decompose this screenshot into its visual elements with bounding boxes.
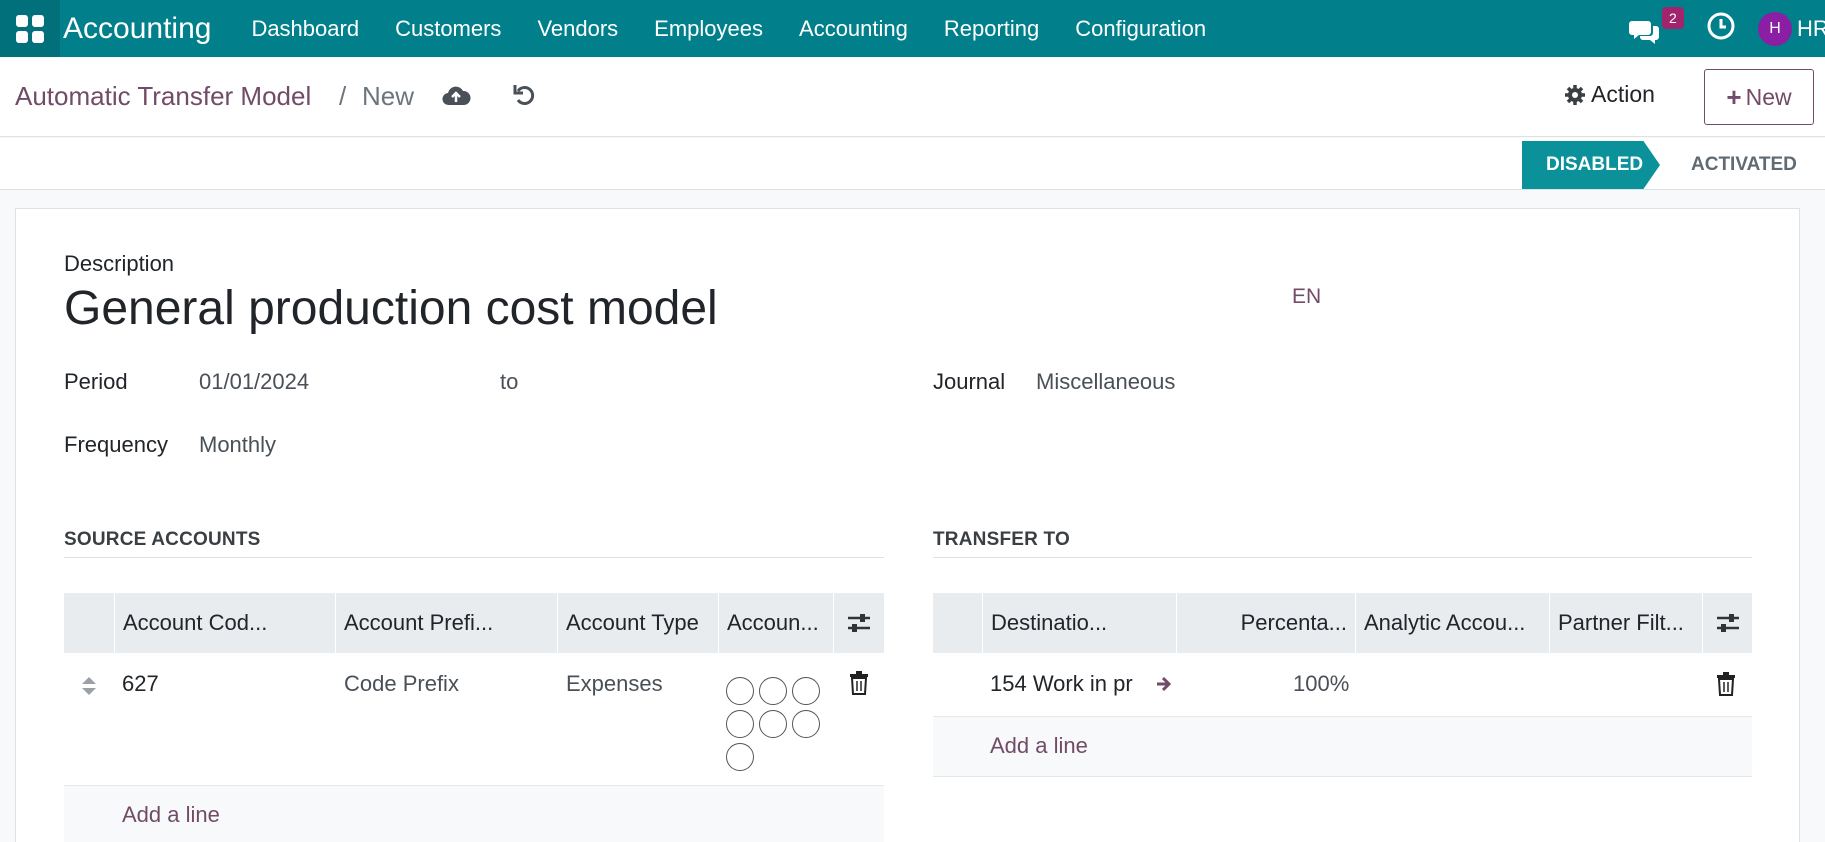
placeholder-circle bbox=[759, 677, 787, 705]
frequency-label: Frequency bbox=[64, 432, 168, 457]
breadcrumb-current: New bbox=[362, 81, 415, 111]
plus-icon: + bbox=[1726, 81, 1742, 112]
cloud-upload-icon bbox=[442, 86, 471, 106]
transfer-to-header: Destinatio... Percenta... Analytic Accou… bbox=[933, 593, 1752, 653]
sliders-icon bbox=[1716, 614, 1739, 632]
drag-handle-icon[interactable] bbox=[80, 675, 98, 697]
frequency-field[interactable]: Monthly bbox=[199, 432, 276, 458]
new-record-button[interactable]: + New bbox=[1704, 69, 1814, 125]
destination-cell[interactable]: 154 Work in pr bbox=[990, 671, 1150, 697]
control-panel: Automatic Transfer Model / New Action + … bbox=[0, 57, 1825, 137]
period-start-field[interactable]: 01/01/2024 bbox=[199, 369, 309, 395]
user-name[interactable]: HR bbox=[1797, 16, 1825, 42]
source-accounts-table: Account Cod... Account Prefi... Account … bbox=[64, 593, 884, 842]
menu-customers[interactable]: Customers bbox=[395, 16, 501, 42]
account-type-cell[interactable]: Expenses bbox=[566, 671, 663, 697]
menu-employees[interactable]: Employees bbox=[654, 16, 763, 42]
optional-columns-toggle[interactable] bbox=[1703, 593, 1752, 653]
transfer-to-title: TRANSFER TO bbox=[933, 529, 1070, 550]
col-accounts[interactable]: Accoun... bbox=[719, 593, 834, 653]
account-code-cell[interactable]: 627 bbox=[122, 671, 159, 697]
journal-field[interactable]: Miscellaneous bbox=[1036, 369, 1175, 395]
stage-disabled[interactable]: DISABLED bbox=[1522, 141, 1660, 189]
menu-accounting[interactable]: Accounting bbox=[799, 16, 908, 42]
add-line-row: Add a line bbox=[64, 786, 884, 842]
col-percentage[interactable]: Percenta... bbox=[1177, 593, 1356, 653]
trash-icon[interactable] bbox=[849, 671, 869, 695]
source-accounts-title: SOURCE ACCOUNTS bbox=[64, 529, 261, 550]
clock-icon bbox=[1707, 12, 1735, 40]
apps-grid-icon bbox=[16, 14, 44, 43]
account-prefix-cell[interactable]: Code Prefix bbox=[344, 671, 459, 697]
language-button[interactable]: EN bbox=[1292, 285, 1321, 309]
description-field[interactable]: General production cost model bbox=[64, 281, 718, 336]
col-account-code[interactable]: Account Cod... bbox=[115, 593, 336, 653]
handle-column-header bbox=[933, 593, 983, 653]
form-sheet: Description General production cost mode… bbox=[15, 208, 1800, 842]
trash-icon[interactable] bbox=[1716, 672, 1736, 696]
apps-menu-button[interactable] bbox=[0, 0, 60, 57]
add-transfer-line-link[interactable]: Add a line bbox=[990, 733, 1088, 759]
col-analytic-account[interactable]: Analytic Accou... bbox=[1356, 593, 1550, 653]
description-label: Description bbox=[64, 251, 175, 276]
placeholder-circle bbox=[726, 710, 754, 738]
top-navbar: Accounting Dashboard Customers Vendors E… bbox=[0, 0, 1825, 57]
placeholder-circle bbox=[792, 677, 820, 705]
source-accounts-divider bbox=[64, 557, 884, 558]
placeholder-circle bbox=[726, 677, 754, 705]
status-bar: DISABLED ACTIVATED bbox=[0, 138, 1825, 190]
source-accounts-header: Account Cod... Account Prefi... Account … bbox=[64, 593, 884, 653]
optional-columns-toggle[interactable] bbox=[834, 593, 884, 653]
discard-button[interactable] bbox=[513, 81, 537, 114]
chat-badge: 2 bbox=[1662, 6, 1684, 29]
breadcrumb-parent[interactable]: Automatic Transfer Model bbox=[15, 81, 311, 112]
breadcrumb-separator: / bbox=[339, 81, 347, 111]
menu-configuration[interactable]: Configuration bbox=[1075, 16, 1206, 42]
new-label: New bbox=[1745, 83, 1792, 110]
undo-icon bbox=[513, 85, 535, 105]
percentage-cell[interactable]: 100% bbox=[1293, 671, 1349, 697]
col-partner-filter[interactable]: Partner Filt... bbox=[1550, 593, 1703, 653]
journal-label: Journal bbox=[933, 369, 1006, 394]
action-label: Action bbox=[1591, 81, 1655, 107]
handle-column-header bbox=[64, 593, 115, 653]
placeholder-circle bbox=[759, 710, 787, 738]
add-line-row: Add a line bbox=[933, 717, 1752, 777]
placeholder-circle bbox=[792, 710, 820, 738]
internal-link-arrow-icon[interactable] bbox=[1155, 675, 1173, 693]
accounts-placeholder-cell[interactable] bbox=[726, 677, 820, 771]
table-row[interactable]: 627 Code Prefix Expenses bbox=[64, 653, 884, 786]
add-source-line-link[interactable]: Add a line bbox=[122, 802, 220, 828]
transfer-to-table: Destinatio... Percenta... Analytic Accou… bbox=[933, 593, 1752, 842]
menu-dashboard[interactable]: Dashboard bbox=[251, 16, 359, 42]
gear-icon bbox=[1565, 84, 1585, 105]
stage-activated[interactable]: ACTIVATED bbox=[1691, 141, 1797, 189]
period-label: Period bbox=[64, 369, 128, 394]
action-menu-button[interactable]: Action bbox=[1564, 81, 1655, 108]
menu-vendors[interactable]: Vendors bbox=[537, 16, 618, 42]
period-to-label: to bbox=[500, 369, 519, 394]
save-button[interactable] bbox=[441, 83, 471, 114]
col-account-type[interactable]: Account Type bbox=[558, 593, 719, 653]
user-avatar[interactable]: H bbox=[1758, 11, 1792, 46]
app-brand[interactable]: Accounting bbox=[63, 12, 211, 46]
col-destination[interactable]: Destinatio... bbox=[983, 593, 1177, 653]
placeholder-circle bbox=[726, 743, 754, 771]
activity-button[interactable] bbox=[1706, 11, 1736, 46]
transfer-to-divider bbox=[933, 557, 1752, 558]
sliders-icon bbox=[848, 614, 870, 632]
menu-reporting[interactable]: Reporting bbox=[944, 16, 1039, 42]
chat-bubbles-icon bbox=[1629, 20, 1659, 44]
col-account-prefix[interactable]: Account Prefi... bbox=[336, 593, 558, 653]
table-row[interactable]: 154 Work in pr 100% bbox=[933, 653, 1752, 717]
chat-button[interactable]: 2 bbox=[1626, 6, 1684, 49]
